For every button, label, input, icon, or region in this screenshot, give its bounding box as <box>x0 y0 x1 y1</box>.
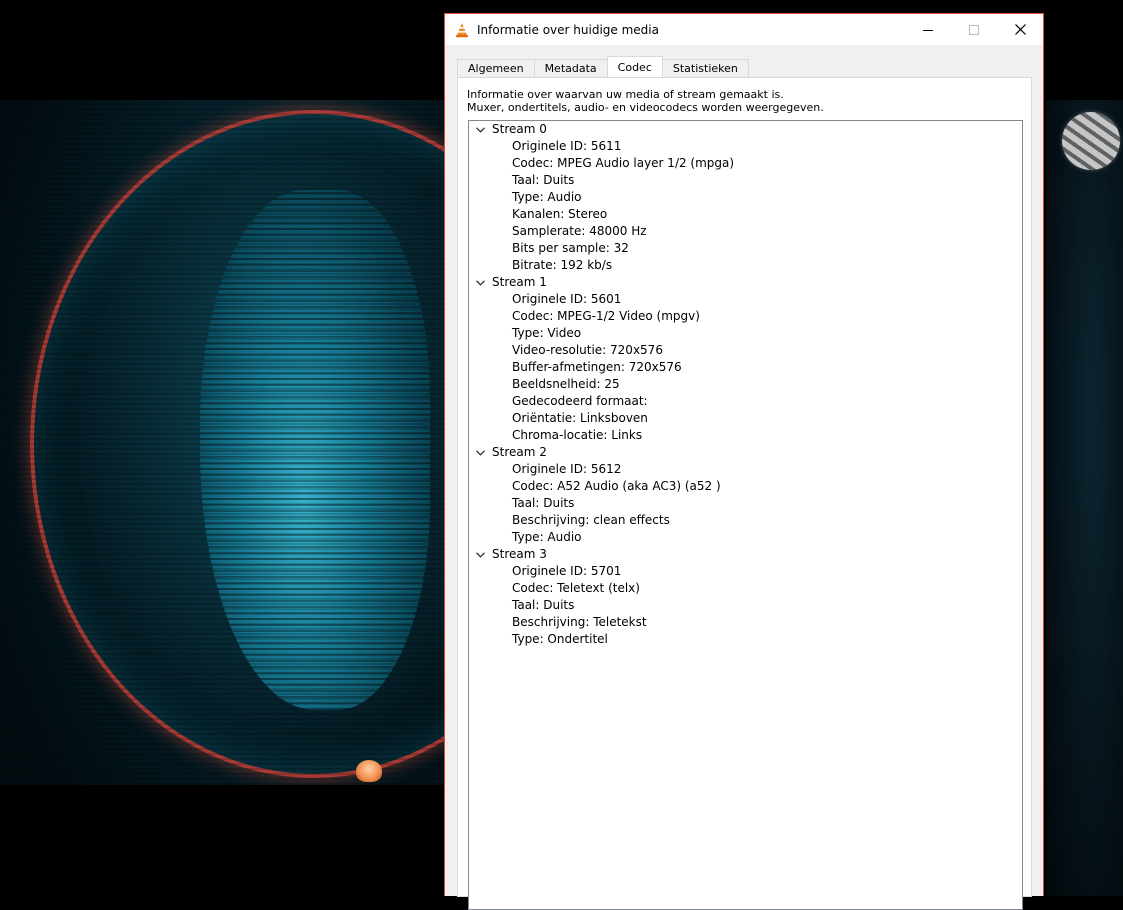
tab-statistieken[interactable]: Statistieken <box>661 59 749 77</box>
stream-label: Stream 1 <box>492 275 547 289</box>
stream-header[interactable]: Stream 3 <box>469 546 1022 563</box>
orange-light <box>356 760 382 782</box>
stream-header[interactable]: Stream 2 <box>469 444 1022 461</box>
stream-item[interactable]: Buffer-afmetingen: 720x576 <box>469 359 1022 376</box>
stream-item[interactable]: Oriëntatie: Linksboven <box>469 410 1022 427</box>
stream-item[interactable]: Samplerate: 48000 Hz <box>469 223 1022 240</box>
maximize-button[interactable] <box>951 14 997 45</box>
stream-item[interactable]: Taal: Duits <box>469 172 1022 189</box>
stream-item[interactable]: Originele ID: 5701 <box>469 563 1022 580</box>
stream-label: Stream 0 <box>492 122 547 136</box>
stream-item[interactable]: Bits per sample: 32 <box>469 240 1022 257</box>
stream-tree[interactable]: Stream 0 Originele ID: 5611 Codec: MPEG … <box>468 120 1023 910</box>
stream-item[interactable]: Originele ID: 5611 <box>469 138 1022 155</box>
title-bar[interactable]: Informatie over huidige media <box>445 14 1043 45</box>
stream-item[interactable]: Beschrijving: Teletekst <box>469 614 1022 631</box>
tab-algemeen[interactable]: Algemeen <box>457 59 535 77</box>
close-icon <box>1014 24 1026 35</box>
channel-logo-icon <box>1062 112 1120 170</box>
description-line-1: Informatie over waarvan uw media of stre… <box>467 88 784 101</box>
minimize-button[interactable] <box>905 14 951 45</box>
stream-label: Stream 2 <box>492 445 547 459</box>
stream-item[interactable]: Codec: MPEG-1/2 Video (mpgv) <box>469 308 1022 325</box>
stream-item[interactable]: Type: Video <box>469 325 1022 342</box>
stream-item[interactable]: Video-resolutie: 720x576 <box>469 342 1022 359</box>
stream-item[interactable]: Codec: Teletext (telx) <box>469 580 1022 597</box>
window-controls <box>905 14 1043 45</box>
tab-bar: Algemeen Metadata Codec Statistieken <box>457 56 749 77</box>
stream-header[interactable]: Stream 0 <box>469 121 1022 138</box>
stream-item[interactable]: Kanalen: Stereo <box>469 206 1022 223</box>
stream-item[interactable]: Codec: MPEG Audio layer 1/2 (mpga) <box>469 155 1022 172</box>
description-line-2: Muxer, ondertitels, audio- en videocodec… <box>467 101 824 114</box>
scanlines-overlay <box>0 100 460 785</box>
window-title: Informatie over huidige media <box>477 22 659 37</box>
chevron-down-icon[interactable] <box>473 126 487 133</box>
maximize-icon <box>969 24 979 35</box>
video-frame <box>0 100 460 785</box>
codec-description: Informatie over waarvan uw media of stre… <box>467 88 824 114</box>
chevron-down-icon[interactable] <box>473 279 487 286</box>
stream-item[interactable]: Bitrate: 192 kb/s <box>469 257 1022 274</box>
stream-node: Stream 3 Originele ID: 5701 Codec: Telet… <box>469 546 1022 648</box>
stream-node: Stream 0 Originele ID: 5611 Codec: MPEG … <box>469 121 1022 274</box>
stream-node: Stream 1 Originele ID: 5601 Codec: MPEG-… <box>469 274 1022 444</box>
tab-metadata[interactable]: Metadata <box>533 59 608 77</box>
stream-item[interactable]: Chroma-locatie: Links <box>469 427 1022 444</box>
close-button[interactable] <box>997 14 1043 45</box>
stream-item[interactable]: Type: Audio <box>469 529 1022 546</box>
stream-item[interactable]: Type: Ondertitel <box>469 631 1022 648</box>
stream-item[interactable]: Beschrijving: clean effects <box>469 512 1022 529</box>
stream-item[interactable]: Beeldsnelheid: 25 <box>469 376 1022 393</box>
minimize-icon <box>923 29 933 31</box>
stream-item[interactable]: Type: Audio <box>469 189 1022 206</box>
stream-item[interactable]: Codec: A52 Audio (aka AC3) (a52 ) <box>469 478 1022 495</box>
stream-item[interactable]: Originele ID: 5612 <box>469 461 1022 478</box>
codec-panel: Informatie over waarvan uw media of stre… <box>457 77 1032 910</box>
stream-item[interactable]: Taal: Duits <box>469 597 1022 614</box>
chevron-down-icon[interactable] <box>473 449 487 456</box>
vlc-cone-icon <box>454 22 470 38</box>
stream-label: Stream 3 <box>492 547 547 561</box>
stream-node: Stream 2 Originele ID: 5612 Codec: A52 A… <box>469 444 1022 546</box>
media-info-dialog: Informatie over huidige media Algemeen M… <box>444 13 1044 910</box>
tab-codec[interactable]: Codec <box>606 56 663 77</box>
stream-header[interactable]: Stream 1 <box>469 274 1022 291</box>
stream-item[interactable]: Originele ID: 5601 <box>469 291 1022 308</box>
stream-item[interactable]: Taal: Duits <box>469 495 1022 512</box>
chevron-down-icon[interactable] <box>473 551 487 558</box>
video-right-edge <box>1046 100 1123 896</box>
stream-item[interactable]: Gedecodeerd formaat: <box>469 393 1022 410</box>
